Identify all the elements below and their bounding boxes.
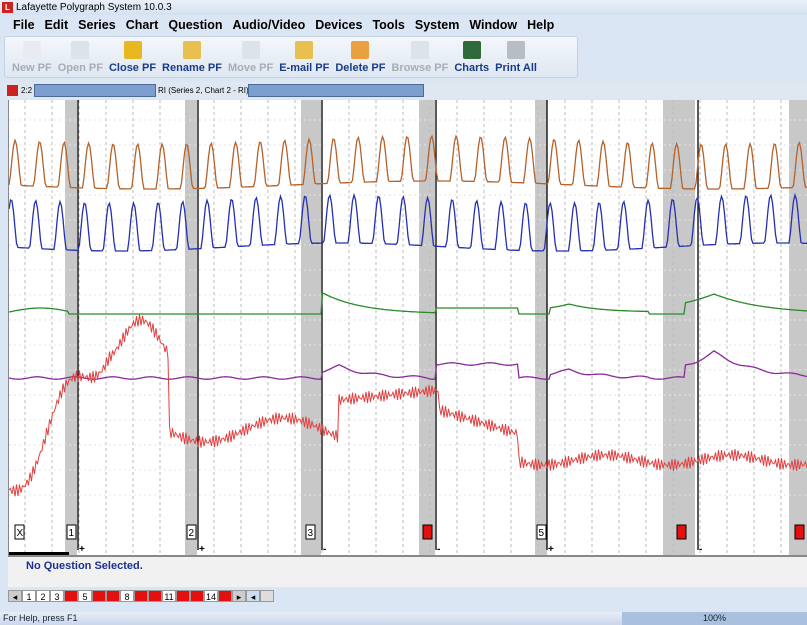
answer-sign: - [323, 544, 326, 555]
menu-help[interactable]: Help [522, 15, 559, 35]
stimulus-band [789, 100, 807, 555]
page-tab-14[interactable]: 14 [204, 590, 218, 602]
new-pf-button[interactable]: New PF [9, 41, 55, 74]
app-logo-icon: L [2, 2, 13, 13]
page-tab-4[interactable]: 4 [64, 590, 78, 602]
delete-pf-button[interactable]: Delete PF [332, 41, 388, 74]
question-label-7: 7 [797, 528, 803, 539]
menu-edit[interactable]: Edit [40, 15, 74, 35]
move-pf-button[interactable]: Move PF [225, 41, 276, 74]
page-tab-13[interactable]: 13 [190, 590, 204, 602]
question-status: No Question Selected. [26, 560, 143, 572]
page-tab-6[interactable]: 6 [92, 590, 106, 602]
pages-scroll-right-2[interactable] [260, 590, 274, 602]
menu-bar: File Edit Series Chart Question Audio/Video De… [0, 15, 807, 35]
page-tab-15[interactable]: 15 [218, 590, 232, 602]
page-tab-3[interactable]: 3 [50, 590, 64, 602]
question-label-6: 6 [679, 528, 685, 539]
open-folder-icon [71, 41, 90, 59]
toolbar-label: Close PF [108, 62, 157, 74]
answer-sign: - [437, 544, 440, 555]
answer-sign: + [548, 544, 554, 555]
question-label-5: 5 [539, 528, 545, 539]
toolbar-label: New PF [12, 62, 52, 74]
disc-icon [241, 41, 260, 59]
folder-delete-icon [351, 41, 370, 59]
menu-question[interactable]: Question [163, 15, 227, 35]
question-label-2: 2 [189, 528, 195, 539]
toolbar-label: E-mail PF [279, 62, 330, 74]
toolbar: New PF Open PF Close PF Rename PF Move PF E-m… [4, 36, 578, 78]
menu-window[interactable]: Window [464, 15, 522, 35]
open-pf-button[interactable]: Open PF [55, 41, 106, 74]
status-help: For Help, press F1 [3, 613, 78, 623]
toolbar-label: Open PF [57, 62, 103, 74]
page-tab-12[interactable]: 12 [176, 590, 190, 602]
charts-icon [462, 41, 481, 59]
toolbar-label: Rename PF [162, 62, 222, 74]
toolbar-label: Print All [495, 62, 537, 74]
e-mail-pf-button[interactable]: E-mail PF [276, 41, 332, 74]
chart-title: RI (Series 2, Chart 2 - RI) [158, 86, 249, 95]
menu-tools[interactable]: Tools [367, 15, 409, 35]
toolbar-label: Move PF [227, 62, 274, 74]
zoom-level: 100% [622, 612, 807, 625]
menu-chart[interactable]: Chart [121, 15, 164, 35]
menu-system[interactable]: System [410, 15, 464, 35]
answer-sign: + [79, 544, 85, 555]
menu-series[interactable]: Series [73, 15, 121, 35]
pages-scroll-right[interactable]: ▸ [232, 590, 246, 602]
chart-header-field-right [248, 84, 424, 97]
pages-scroll-left[interactable]: ◂ [8, 590, 22, 602]
new-file-icon [22, 41, 41, 59]
stimulus-band [535, 100, 547, 555]
chart-logo-icon [7, 85, 18, 96]
stimulus-band [65, 100, 77, 555]
chart-id: 2:2 [21, 86, 33, 95]
folder-email-icon [295, 41, 314, 59]
rename-pf-button[interactable]: Rename PF [159, 41, 225, 74]
toolbar-label: Browse PF [391, 62, 449, 74]
stimulus-band [663, 100, 695, 555]
polygraph-chart[interactable]: X 1 +2 +3-4-5 +6-7 [8, 100, 807, 555]
status-bar: For Help, press F1 100% [0, 612, 807, 625]
stimulus-band [301, 100, 321, 555]
title-bar: L Lafayette Polygraph System 10.0.3 [0, 0, 807, 15]
answer-sign: + [199, 544, 205, 555]
question-label-1: 1 [69, 528, 75, 539]
window-title: Lafayette Polygraph System 10.0.3 [16, 2, 172, 13]
printer-icon [507, 41, 526, 59]
toolbar-label: Charts [454, 62, 490, 74]
page-tab-8[interactable]: 8 [120, 590, 134, 602]
question-label-3: 3 [308, 528, 314, 539]
question-panel: No Question Selected. [8, 555, 807, 587]
chart-page-tabs: ◂ 1 2 3 4 5 6 7 8 9 10 11 12 13 14 15 ▸ ◂ [8, 590, 274, 602]
toolbar-label: Delete PF [335, 62, 386, 74]
page-tab-7[interactable]: 7 [106, 590, 120, 602]
page-tab-5[interactable]: 5 [78, 590, 92, 602]
page-tab-11[interactable]: 11 [162, 590, 176, 602]
chart-header-field-left [34, 84, 156, 97]
print-all-button[interactable]: Print All [492, 41, 540, 74]
question-label-X: X [17, 528, 24, 539]
menu-audiovideo[interactable]: Audio/Video [228, 15, 311, 35]
pages-scroll-left-2[interactable]: ◂ [246, 590, 260, 602]
question-label-4: 4 [425, 528, 431, 539]
browse-pf-button[interactable]: Browse PF [388, 41, 451, 74]
chart-header: 2:2 RI (Series 2, Chart 2 - RI) [4, 82, 807, 99]
answer-sign: - [699, 544, 702, 555]
menu-file[interactable]: File [8, 15, 40, 35]
folder-icon [123, 41, 142, 59]
browse-icon [410, 41, 429, 59]
page-tab-10[interactable]: 10 [148, 590, 162, 602]
page-tab-9[interactable]: 9 [134, 590, 148, 602]
page-tab-1[interactable]: 1 [22, 590, 36, 602]
charts-button[interactable]: Charts [451, 41, 492, 74]
close-pf-button[interactable]: Close PF [106, 41, 159, 74]
page-tab-2[interactable]: 2 [36, 590, 50, 602]
folder-rename-icon [183, 41, 201, 59]
menu-devices[interactable]: Devices [310, 15, 367, 35]
